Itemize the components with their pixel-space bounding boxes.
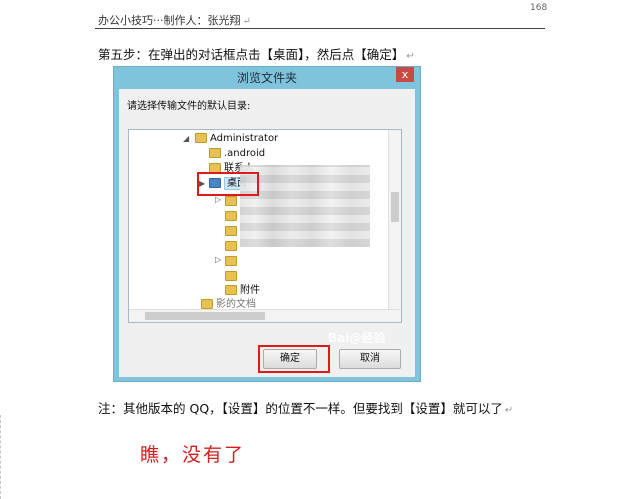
watermark: Bai@经验 [328, 331, 386, 345]
red-annotation: 瞧，没有了 [140, 444, 246, 466]
document-page: 168 办公小技巧···制作人：张光翔 ↵ 第五步：在弹出的对话框点击【桌面】，然… [0, 0, 640, 499]
dialog-prompt: 请选择传输文件的默认目录: [127, 101, 251, 112]
cancel-button[interactable]: 取消 [339, 349, 401, 369]
folder-icon [195, 133, 207, 143]
scroll-thumb[interactable] [391, 192, 399, 222]
tree-item-android[interactable]: .android [209, 147, 265, 161]
tree-item-administrator[interactable]: Administrator [195, 132, 278, 146]
paragraph-mark-icon: ↵ [242, 16, 251, 27]
header-text: 办公小技巧···制作人：张光翔 [98, 14, 241, 27]
dialog-screenshot: 浏览文件夹 x 请选择传输文件的默认目录: ◢ Administrator .a… [113, 66, 421, 382]
note-text: 注：其他版本的 QQ，【设置】的位置不一样。但要找到【设置】就可以了 [98, 401, 503, 416]
paragraph-mark-icon: ↵ [406, 51, 415, 62]
folder-icon [225, 285, 237, 295]
margin-guide [0, 415, 7, 499]
expand-icon[interactable]: ◢ [183, 134, 189, 143]
step-instruction: 第五步：在弹出的对话框点击【桌面】，然后点【确定】 ↵ [98, 44, 415, 63]
folder-icon [225, 256, 237, 266]
highlight-box-desktop [197, 172, 259, 196]
blurred-region [240, 165, 370, 247]
folder-icon [225, 241, 237, 251]
highlight-box-ok [258, 345, 330, 373]
scroll-thumb[interactable] [145, 312, 265, 320]
horizontal-scrollbar[interactable] [129, 309, 401, 322]
expand-icon[interactable]: ▷ [215, 195, 221, 204]
folder-icon [225, 271, 237, 281]
folder-icon [225, 211, 237, 221]
header-divider [95, 28, 545, 29]
folder-icon [225, 196, 237, 206]
folder-icon [225, 226, 237, 236]
paragraph-mark-icon: ↵ [504, 405, 514, 416]
note-paragraph: 注：其他版本的 QQ，【设置】的位置不一样。但要找到【设置】就可以了 ↵ [98, 398, 513, 417]
close-icon[interactable]: x [396, 67, 414, 82]
folder-icon [209, 148, 221, 158]
step-text: 第五步：在弹出的对话框点击【桌面】，然后点【确定】 [98, 47, 405, 62]
expand-icon[interactable]: ▷ [215, 255, 221, 264]
dialog-title: 浏览文件夹 [236, 71, 297, 85]
tree-item-attachments[interactable]: 附件 [225, 284, 260, 298]
vertical-scrollbar[interactable] [388, 130, 401, 322]
page-number: 168 [530, 3, 548, 13]
page-header: 办公小技巧···制作人：张光翔 ↵ [98, 12, 251, 28]
folder-icon [201, 299, 213, 309]
